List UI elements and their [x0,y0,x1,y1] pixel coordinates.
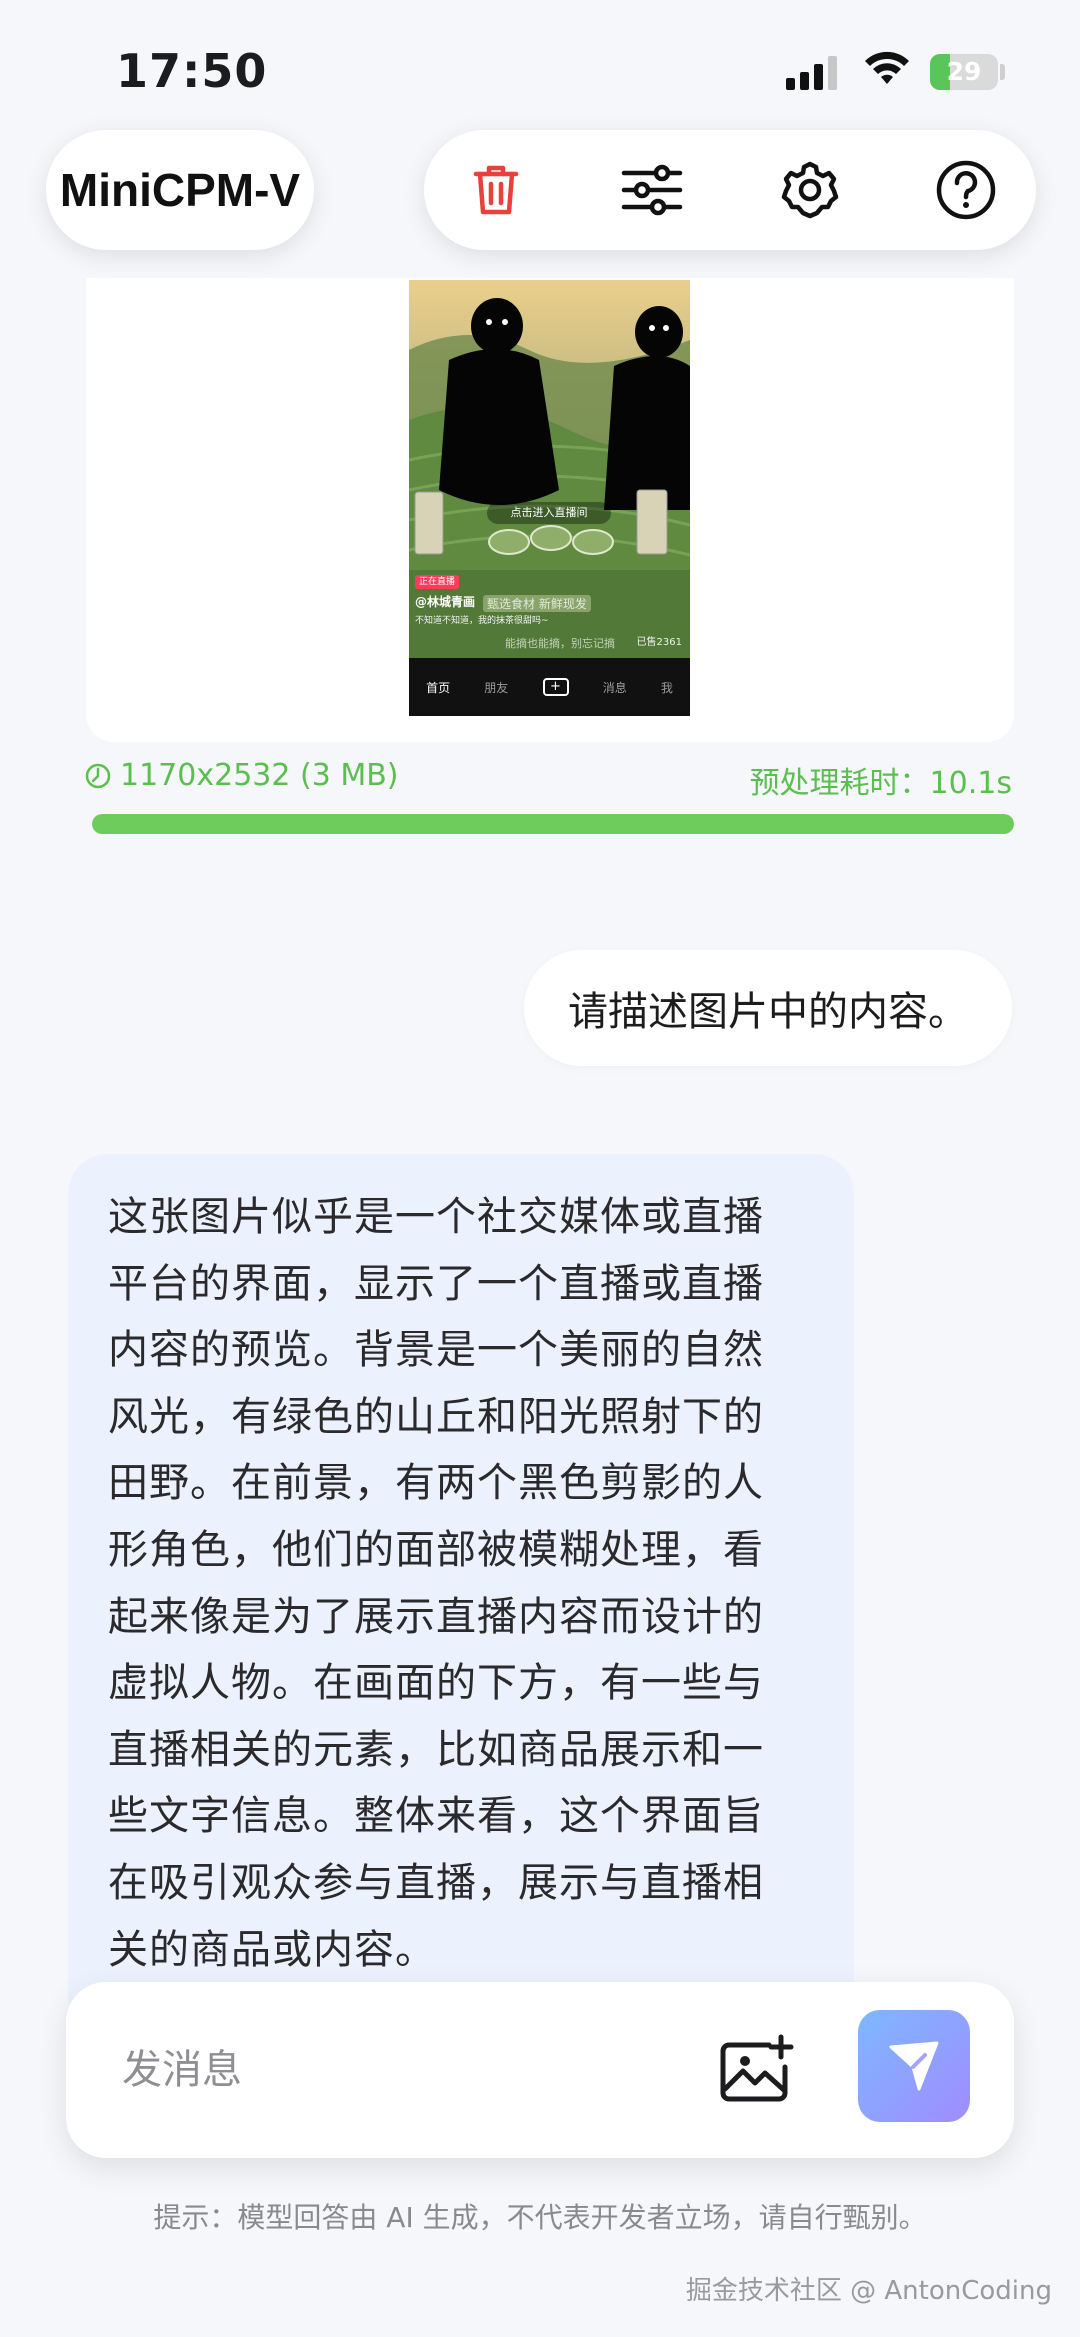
preview-tab-friends: 朋友 [484,680,509,695]
preprocess-progress-fill [92,814,1014,834]
assistant-message-line: 风光，有绿色的山丘和阳光照射下的 [108,1393,764,1440]
cellular-signal-icon [786,56,837,90]
preview-tab-me: 我 [660,680,673,695]
streamer-handle: @林城青画 [415,595,476,609]
sliders-icon [621,164,683,216]
assistant-message-line: 内容的预览。背景是一个美丽的自然 [108,1327,764,1374]
assistant-message-line: 这张图片似乎是一个社交媒体或直播 [108,1194,764,1240]
battery-icon: 29 [930,54,998,90]
stream-subtitle: 不知道不知道，我的抹茶很甜吗~ [415,616,549,626]
message-input[interactable] [122,2034,642,2106]
preview-tab-home: 首页 [426,680,451,695]
send-button[interactable] [858,2010,970,2122]
image-size-label: 1170x2532 (3 MB) [120,758,399,793]
assistant-message-line: 些文字信息。整体来看，这个界面旨 [108,1793,764,1840]
send-icon [889,2041,939,2091]
assistant-message-line: 直播相关的元素，比如商品展示和一 [108,1726,764,1773]
live-tag: 正在直播 [415,575,460,589]
live-room-bubble: 点击进入直播间 [487,502,611,524]
assistant-message-text: 这张图片似乎是一个社交媒体或直播 平台的界面，显示了一个直播或直播 内容的预览。背景… [108,1184,814,1983]
preview-tab-messages: 消息 [602,680,627,695]
assistant-message-bubble: 这张图片似乎是一个社交媒体或直播 平台的界面，显示了一个直播或直播 内容的预览。背景… [68,1154,854,2004]
watermark: 掘金技术社区 @ AntonCoding [685,2276,1052,2306]
preprocess-progress-bar [92,814,1014,834]
promo-caption: 甄选食材 新鲜现发 [483,595,591,612]
preview-tab-bar: 首页 朋友 + 消息 我 [409,658,690,716]
add-image-icon [720,2034,794,2102]
ai-disclaimer: 提示：模型回答由 AI 生成，不代表开发者立场，请自行甄别。 [153,2201,927,2234]
settings-sliders-button[interactable] [618,156,686,224]
settings-button[interactable] [776,156,844,224]
wifi-icon [862,50,912,92]
stream-overlay-text: 能摘也能摘，别忘记摘 [505,637,615,650]
trash-icon [473,165,519,215]
help-icon [936,160,996,220]
sold-count: 已售2361 [636,637,682,648]
assistant-message-line: 形角色，他们的面部被模糊处理，看 [108,1526,764,1573]
assistant-message-line: 田野。在前景，有两个黑色剪影的人 [108,1460,764,1507]
user-message-text: 请描述图片中的内容。 [568,989,968,1035]
assistant-message-line: 虚拟人物。在画面的下方，有一些与 [108,1660,764,1707]
clock-icon [85,763,111,788]
assistant-message-line: 起来像是为了展示直播内容而设计的 [108,1593,764,1640]
image-size-info: 1170x2532 (3 MB) [84,758,398,793]
message-composer [66,1982,1014,2158]
assistant-message-line: 在吸引观众参与直播，展示与直播相 [108,1859,764,1906]
battery-nub [1000,64,1005,80]
status-time: 17:50 [116,44,268,98]
preprocess-time-label: 预处理耗时：10.1s [749,766,1012,801]
attached-image-preview[interactable]: 点击进入直播间 正在直播 @林城青画 甄选食材 新鲜现发 不知道不知道，我的抹茶… [409,280,690,716]
delete-button[interactable] [462,156,530,224]
app-title[interactable]: MiniCPM-V [46,130,314,250]
battery-level: 29 [946,57,982,86]
assistant-message-line: 平台的界面，显示了一个直播或直播 [108,1260,764,1307]
assistant-message-line: 关的商品或内容。 [108,1926,436,1973]
toolbar [424,130,1036,250]
user-message-bubble: 请描述图片中的内容。 [524,950,1012,1066]
help-button[interactable] [932,156,1000,224]
gear-icon [781,161,839,219]
preview-tab-create: + [542,678,569,696]
add-image-button[interactable] [714,2026,800,2112]
